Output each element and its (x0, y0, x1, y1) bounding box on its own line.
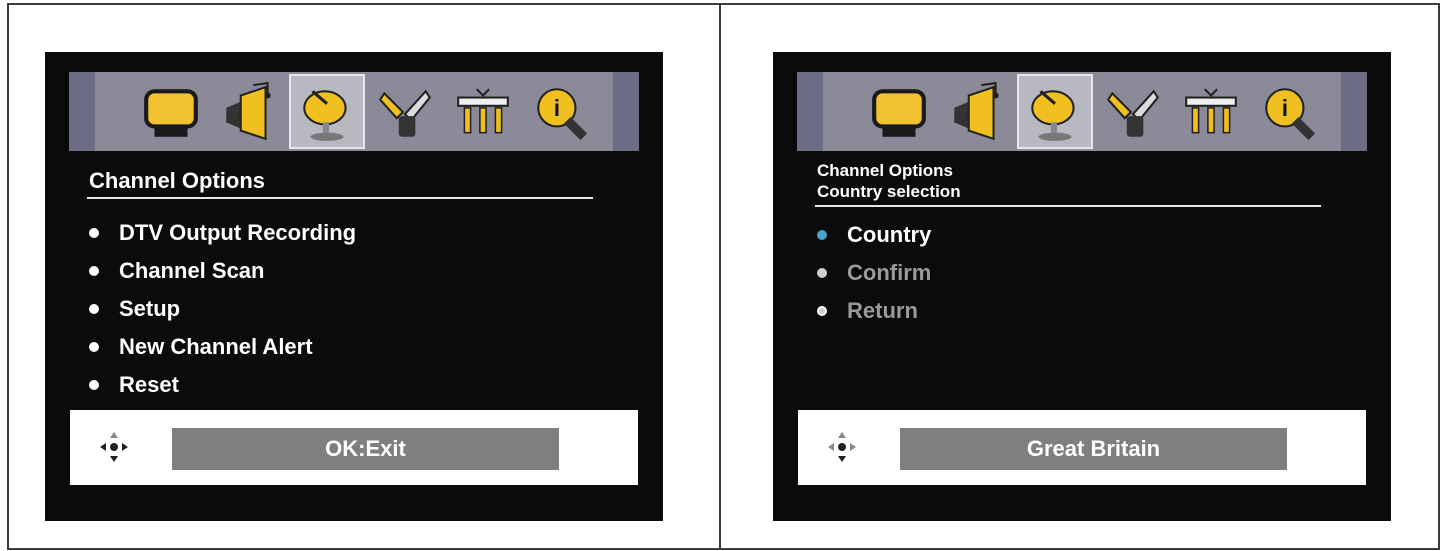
menu-item-label: DTV Output Recording (119, 220, 357, 245)
menu-item-label: Channel Scan (119, 258, 265, 283)
tv-picture-icon[interactable] (861, 74, 937, 149)
menu-item-new-channel-alert[interactable]: New Channel Alert (89, 328, 356, 366)
bullet-icon (89, 342, 99, 352)
bullet-icon (817, 268, 827, 278)
menu-item-return[interactable]: Return (817, 292, 931, 330)
wrench-tools-icon[interactable] (1095, 74, 1171, 149)
svg-text:i: i (554, 95, 560, 121)
navigation-arrows-icon (828, 432, 856, 462)
menu-title: Channel Options Country selection (817, 160, 961, 202)
menu-item-label: Confirm (847, 260, 932, 285)
menu-item-label: Country (847, 222, 932, 247)
menu-item-reset[interactable]: Reset (89, 366, 356, 404)
toolbar-end-left (797, 72, 823, 151)
menu-item-label: Reset (119, 372, 179, 397)
svg-text:i: i (1282, 95, 1288, 121)
connections-icon[interactable] (1173, 74, 1249, 149)
menu-subtitle: Country selection (817, 182, 961, 201)
right-menu-screen: i Channel Options Country selection Coun… (773, 52, 1391, 521)
tv-picture-icon[interactable] (133, 74, 209, 149)
navigation-arrows-icon (100, 432, 128, 462)
country-selection-menu: Country Confirm Return (817, 216, 931, 330)
title-underline (87, 197, 593, 199)
bullet-icon (89, 266, 99, 276)
channel-options-menu: DTV Output Recording Channel Scan Setup … (89, 214, 356, 404)
title-underline (815, 205, 1321, 207)
speaker-sound-icon[interactable] (211, 74, 287, 149)
bullet-icon (89, 228, 99, 238)
bullet-icon (89, 304, 99, 314)
return-bullet-icon (817, 306, 827, 316)
menu-title: Channel Options (89, 168, 265, 193)
icon-toolbar: i (797, 72, 1367, 151)
toolbar-end-right (1341, 72, 1367, 151)
panel-divider (719, 3, 721, 550)
satellite-dish-icon[interactable] (1017, 74, 1093, 149)
left-menu-screen: i Channel Options DTV Output Recording C… (45, 52, 663, 521)
icon-toolbar: i (69, 72, 639, 151)
menu-item-dtv-output-recording[interactable]: DTV Output Recording (89, 214, 356, 252)
info-bulb-icon[interactable]: i (1251, 74, 1327, 149)
info-bulb-icon[interactable]: i (523, 74, 599, 149)
active-bullet-icon (817, 230, 827, 240)
speaker-sound-icon[interactable] (939, 74, 1015, 149)
wrench-tools-icon[interactable] (367, 74, 443, 149)
menu-item-setup[interactable]: Setup (89, 290, 356, 328)
menu-footer: OK:Exit (70, 410, 638, 485)
menu-item-label: Setup (119, 296, 181, 321)
connections-icon[interactable] (445, 74, 521, 149)
menu-footer: Great Britain (798, 410, 1366, 485)
menu-item-channel-scan[interactable]: Channel Scan (89, 252, 356, 290)
country-value-field[interactable]: Great Britain (900, 428, 1287, 470)
menu-item-label: Return (847, 298, 918, 323)
toolbar-end-left (69, 72, 95, 151)
menu-title-line-1: Channel Options (817, 161, 953, 180)
bullet-icon (89, 380, 99, 390)
menu-item-confirm[interactable]: Confirm (817, 254, 931, 292)
menu-item-country[interactable]: Country (817, 216, 931, 254)
menu-item-label: New Channel Alert (119, 334, 313, 359)
toolbar-end-right (613, 72, 639, 151)
satellite-dish-icon[interactable] (289, 74, 365, 149)
footer-status-bar[interactable]: OK:Exit (172, 428, 559, 470)
